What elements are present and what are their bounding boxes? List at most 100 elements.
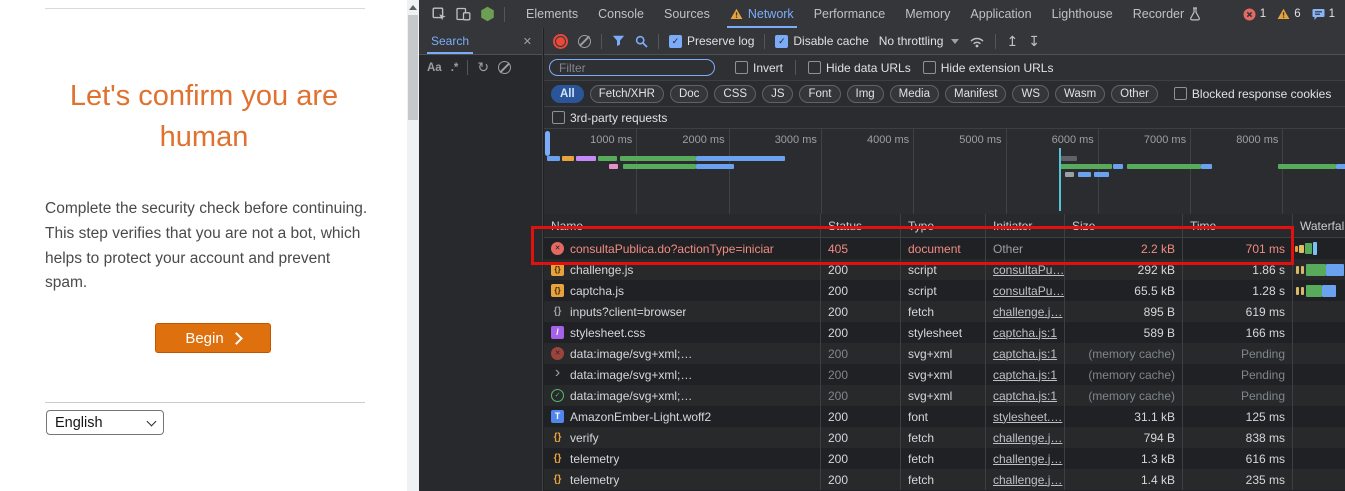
table-row[interactable]: data:image/svg+xml;…200svg+xmlcaptcha.js… — [544, 364, 1345, 385]
size-cell: 1.3 kB — [1065, 448, 1183, 469]
tab-lighthouse[interactable]: Lighthouse — [1042, 0, 1123, 28]
filter-pill-all[interactable]: All — [551, 85, 584, 103]
filter-pill-img[interactable]: Img — [847, 85, 884, 103]
request-name: inputs?client=browser — [570, 305, 686, 319]
network-overview-timeline[interactable]: 1000 ms2000 ms3000 ms4000 ms5000 ms6000 … — [544, 129, 1345, 215]
refresh-search-icon[interactable]: ↻ — [477, 59, 489, 76]
record-button[interactable] — [553, 34, 568, 49]
request-name: data:image/svg+xml;… — [570, 347, 692, 361]
search-icon[interactable] — [635, 35, 648, 48]
scrollbar-thumb[interactable] — [408, 15, 418, 120]
column-header-type[interactable]: Type — [901, 214, 986, 237]
device-toolbar-icon[interactable] — [456, 7, 471, 21]
filter-pill-ws[interactable]: WS — [1012, 85, 1049, 103]
initiator-link[interactable]: challenge.j… — [993, 305, 1062, 319]
invert-checkbox[interactable]: Invert — [735, 61, 783, 75]
column-header-size[interactable]: Size — [1065, 214, 1183, 237]
initiator-link[interactable]: captcha.js:1 — [993, 389, 1057, 403]
column-header-name[interactable]: Name — [544, 214, 821, 237]
fetch-icon — [551, 305, 564, 318]
initiator-link[interactable]: challenge.j… — [993, 473, 1062, 487]
initiator-link[interactable]: captcha.js:1 — [993, 326, 1057, 340]
warning-icon — [730, 8, 743, 20]
begin-button[interactable]: Begin — [155, 323, 271, 353]
column-header-status[interactable]: Status — [821, 214, 901, 237]
tab-performance[interactable]: Performance — [804, 0, 896, 28]
issues-count: 1 — [1329, 8, 1335, 20]
initiator-link[interactable]: captcha.js:1 — [993, 368, 1057, 382]
column-header-time[interactable]: Time — [1183, 214, 1293, 237]
export-har-icon[interactable]: ↧ — [1028, 34, 1040, 48]
filter-pill-css[interactable]: CSS — [714, 85, 756, 103]
filter-pill-fetch-xhr[interactable]: Fetch/XHR — [590, 85, 664, 103]
page-scrollbar[interactable] — [407, 0, 419, 491]
table-row[interactable]: inputs?client=browser200fetchchallenge.j… — [544, 301, 1345, 322]
table-row[interactable]: data:image/svg+xml;…200svg+xmlcaptcha.js… — [544, 343, 1345, 364]
type-cell: svg+xml — [901, 343, 986, 364]
preserve-log-checkbox[interactable]: Preserve log — [669, 34, 754, 48]
hide-extension-urls-checkbox[interactable]: Hide extension URLs — [923, 61, 1054, 75]
table-row[interactable]: telemetry200fetchchallenge.j…1.3 kB616 m… — [544, 448, 1345, 469]
filter-pill-doc[interactable]: Doc — [670, 85, 708, 103]
table-row[interactable]: stylesheet.css200stylesheetcaptcha.js:15… — [544, 322, 1345, 343]
filter-pill-other[interactable]: Other — [1111, 85, 1158, 103]
tab-elements[interactable]: Elements — [516, 0, 588, 28]
disable-cache-checkbox[interactable]: Disable cache — [775, 34, 868, 48]
clear-search-icon[interactable] — [498, 61, 511, 74]
table-row[interactable]: captcha.js200scriptconsultaPu…65.5 kB1.2… — [544, 280, 1345, 301]
tab-memory[interactable]: Memory — [895, 0, 960, 28]
tab-application[interactable]: Application — [960, 0, 1041, 28]
initiator-link[interactable]: stylesheet.… — [993, 410, 1062, 424]
time-cell: 838 ms — [1183, 427, 1293, 448]
tab-console[interactable]: Console — [588, 0, 654, 28]
initiator-link[interactable]: consultaPu… — [993, 263, 1064, 277]
tab-sources[interactable]: Sources — [654, 0, 720, 28]
table-row[interactable]: consultaPublica.do?actionType=iniciar405… — [544, 238, 1345, 259]
initiator-link[interactable]: captcha.js:1 — [993, 347, 1057, 361]
initiator-link[interactable]: consultaPu… — [993, 284, 1064, 298]
filter-pill-wasm[interactable]: Wasm — [1055, 85, 1105, 103]
chevron-right-icon — [230, 332, 243, 345]
tab-recorder[interactable]: Recorder — [1123, 0, 1211, 28]
import-har-icon[interactable]: ↥ — [1006, 34, 1018, 48]
initiator-link[interactable]: challenge.j… — [993, 431, 1062, 445]
column-header-initiator[interactable]: Initiator — [986, 214, 1065, 237]
language-select[interactable]: English — [46, 410, 164, 435]
filter-pill-manifest[interactable]: Manifest — [945, 85, 1006, 103]
overview-handle[interactable] — [545, 131, 550, 156]
match-case-button[interactable]: Aa — [427, 62, 442, 74]
filter-icon[interactable] — [612, 35, 625, 47]
language-select-value: English — [55, 415, 103, 431]
timeline-gridline — [729, 129, 730, 214]
hide-data-urls-checkbox[interactable]: Hide data URLs — [808, 61, 911, 75]
table-row[interactable]: challenge.js200scriptconsultaPu…292 kB1.… — [544, 259, 1345, 280]
filter-input[interactable]: Filter — [549, 59, 715, 76]
table-row[interactable]: verify200fetchchallenge.j…794 B838 ms — [544, 427, 1345, 448]
filter-pill-js[interactable]: JS — [762, 85, 793, 103]
network-conditions-icon[interactable] — [969, 35, 985, 48]
clear-network-log-icon[interactable] — [578, 35, 591, 48]
timeline-tick-label: 5000 ms — [944, 134, 1002, 146]
node-icon[interactable] — [480, 6, 495, 22]
table-row[interactable]: AmazonEmber-Light.woff2200fontstylesheet… — [544, 406, 1345, 427]
console-errors-badge[interactable]: 1 — [1243, 8, 1266, 21]
column-header-waterfall[interactable]: Waterfall — [1293, 214, 1345, 237]
search-tab[interactable]: Search — [425, 28, 475, 54]
request-name: data:image/svg+xml;… — [570, 389, 692, 403]
blocked-response-cookies-checkbox[interactable]: Blocked response cookies — [1174, 87, 1331, 101]
throttling-select[interactable]: No throttling — [879, 34, 960, 48]
scroll-up-button[interactable] — [407, 0, 419, 14]
overview-request-bar — [1061, 156, 1078, 161]
console-warnings-badge[interactable]: 6 — [1277, 8, 1300, 20]
initiator-link[interactable]: challenge.j… — [993, 452, 1062, 466]
table-row[interactable]: telemetry200fetchchallenge.j…1.4 kB235 m… — [544, 469, 1345, 490]
inspect-icon[interactable] — [432, 7, 447, 22]
regex-button[interactable]: .* — [451, 62, 459, 74]
filter-pill-media[interactable]: Media — [890, 85, 939, 103]
table-row[interactable]: data:image/svg+xml;…200svg+xmlcaptcha.js… — [544, 385, 1345, 406]
issues-badge[interactable]: 1 — [1312, 8, 1335, 21]
third-party-requests-checkbox[interactable]: 3rd-party requests — [552, 111, 667, 125]
close-search-icon[interactable]: ✕ — [519, 33, 536, 50]
tab-network[interactable]: Network — [720, 0, 804, 28]
filter-pill-font[interactable]: Font — [799, 85, 840, 103]
